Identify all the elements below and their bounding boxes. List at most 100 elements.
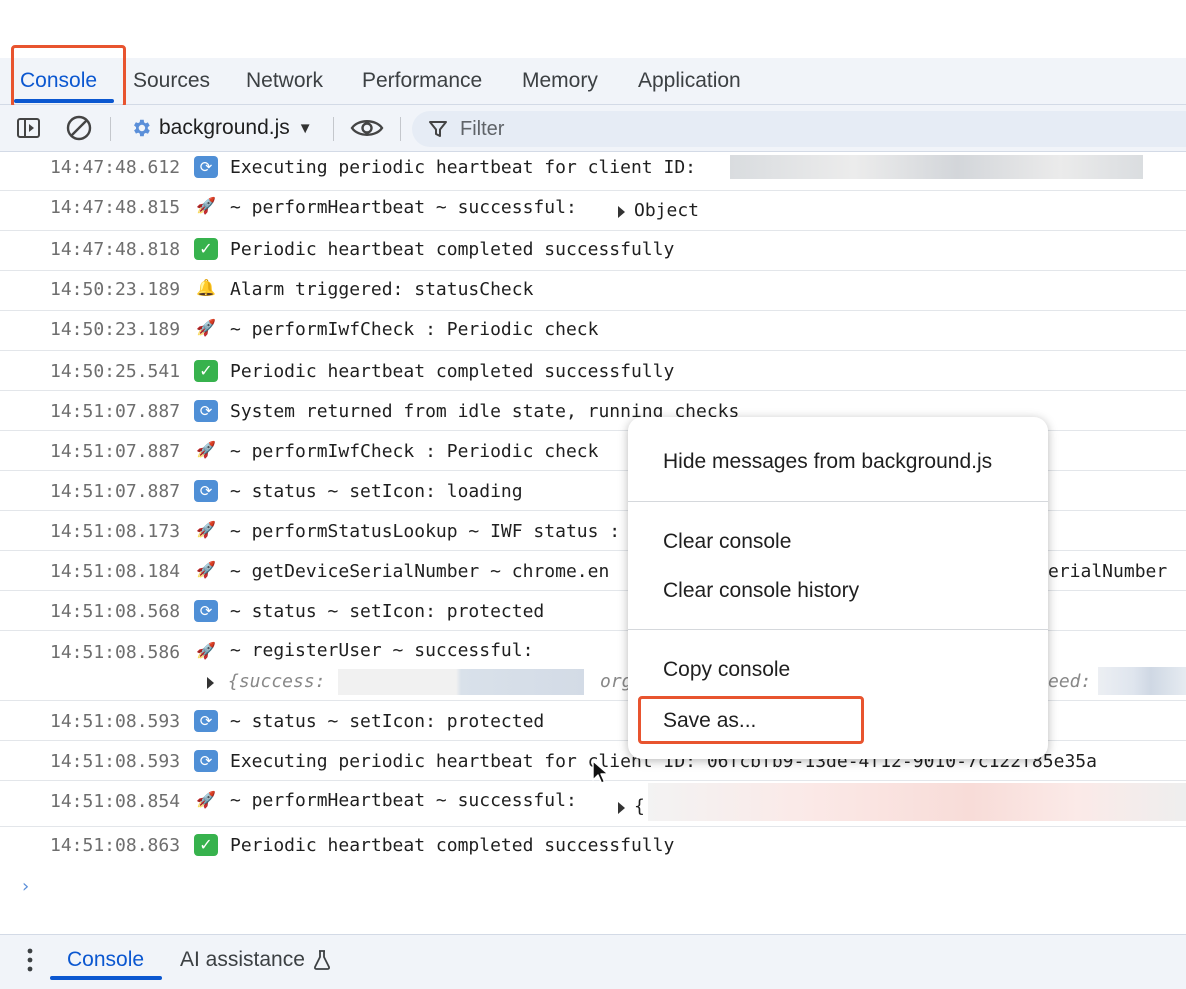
log-message: ~ status ~ setIcon: protected	[230, 711, 545, 732]
toolbar-separator	[333, 117, 334, 141]
sync-icon: ⟳	[194, 400, 218, 422]
redacted-value	[338, 669, 584, 695]
menu-item-clear-console-history[interactable]: Clear console history	[663, 579, 859, 603]
log-timestamp: 14:47:48.815	[50, 197, 181, 218]
log-timestamp: 14:51:08.593	[50, 751, 181, 772]
log-timestamp: 14:51:08.568	[50, 601, 181, 622]
log-timestamp: 14:50:23.189	[50, 279, 181, 300]
gear-icon	[130, 117, 152, 139]
filter-box[interactable]	[412, 111, 1186, 147]
bell-icon: 🔔	[196, 278, 216, 297]
drawer-tab-bar: Console AI assistance	[0, 934, 1186, 989]
rocket-icon: 🚀	[196, 560, 216, 579]
log-timestamp: 14:51:07.887	[50, 401, 181, 422]
filter-funnel-icon	[428, 119, 448, 139]
object-preview[interactable]: {success:	[228, 671, 326, 692]
log-message: Periodic heartbeat completed successfull…	[230, 835, 675, 856]
log-message: ~ performIwfCheck : Periodic check	[230, 441, 599, 462]
object-preview[interactable]: Object	[634, 200, 699, 221]
check-icon: ✓	[194, 238, 218, 260]
log-message-tail: erialNumber	[1048, 561, 1168, 582]
log-timestamp: 14:51:07.887	[50, 441, 181, 462]
live-expression-eye-icon[interactable]	[348, 105, 386, 151]
drawer-tab-ai-assistance[interactable]: AI assistance	[180, 935, 331, 985]
window-top	[0, 0, 1186, 58]
context-label: background.js	[159, 116, 290, 139]
toolbar-separator	[400, 117, 401, 141]
menu-separator	[628, 629, 1048, 630]
redacted-value	[730, 155, 1143, 179]
highlight-box-console-tab	[11, 45, 126, 108]
highlight-box-save-as	[638, 696, 864, 744]
redacted-value	[1098, 667, 1186, 695]
check-icon: ✓	[194, 834, 218, 856]
log-message: Periodic heartbeat completed successfull…	[230, 361, 675, 382]
log-message: ~ performHeartbeat ~ successful:	[230, 197, 577, 218]
caret-down-icon: ▼	[297, 119, 313, 137]
log-timestamp: 14:51:08.863	[50, 835, 181, 856]
redacted-value	[648, 783, 1186, 821]
console-prompt[interactable]: ›	[20, 876, 31, 897]
rocket-icon: 🚀	[196, 196, 216, 215]
object-key: eed:	[1048, 671, 1092, 692]
log-row: 14:47:48.818 ✓ Periodic heartbeat comple…	[0, 231, 1186, 271]
log-row: 14:47:48.815 🚀 ~ performHeartbeat ~ succ…	[0, 191, 1186, 231]
expand-arrow-icon[interactable]	[618, 206, 625, 218]
log-timestamp: 14:50:25.541	[50, 361, 181, 382]
console-toolbar: background.js ▼	[0, 105, 1186, 152]
log-timestamp: 14:51:08.586	[50, 642, 181, 663]
check-icon: ✓	[194, 360, 218, 382]
menu-item-copy-console[interactable]: Copy console	[663, 658, 790, 682]
flask-icon	[313, 950, 331, 970]
devtools-tab-bar: Console Sources Network Performance Memo…	[0, 58, 1186, 105]
log-row: 14:50:23.189 🔔 Alarm triggered: statusCh…	[0, 271, 1186, 311]
sidebar-toggle-icon[interactable]	[14, 105, 44, 151]
log-message: ~ performHeartbeat ~ successful:	[230, 790, 577, 811]
clear-console-icon[interactable]	[62, 105, 96, 151]
log-message: ~ status ~ setIcon: loading	[230, 481, 523, 502]
log-row: 14:47:48.612 ⟳ Executing periodic heartb…	[0, 151, 1186, 191]
expand-arrow-icon[interactable]	[207, 677, 214, 689]
log-timestamp: 14:51:08.854	[50, 791, 181, 812]
log-timestamp: 14:47:48.818	[50, 239, 181, 260]
log-message: ~ getDeviceSerialNumber ~ chrome.en	[230, 561, 610, 582]
menu-item-hide-messages[interactable]: Hide messages from background.js	[663, 450, 992, 474]
log-message: ~ performStatusLookup ~ IWF status :	[230, 521, 621, 542]
sync-icon: ⟳	[194, 156, 218, 178]
object-preview[interactable]: {	[634, 796, 645, 817]
log-row: 14:50:23.189 🚀 ~ performIwfCheck : Perio…	[0, 311, 1186, 351]
expand-arrow-icon[interactable]	[618, 802, 625, 814]
sync-icon: ⟳	[194, 750, 218, 772]
more-vertical-icon[interactable]	[24, 947, 36, 978]
log-timestamp: 14:47:48.612	[50, 157, 181, 178]
rocket-icon: 🚀	[196, 520, 216, 539]
log-message: ~ registerUser ~ successful:	[230, 640, 534, 661]
filter-input[interactable]	[460, 117, 1060, 141]
log-message: Alarm triggered: statusCheck	[230, 279, 534, 300]
tab-network[interactable]: Network	[246, 58, 323, 104]
log-row: 14:51:08.863 ✓ Periodic heartbeat comple…	[0, 827, 1186, 869]
log-message: ~ performIwfCheck : Periodic check	[230, 319, 599, 340]
rocket-icon: 🚀	[196, 790, 216, 809]
mouse-pointer-icon	[592, 760, 610, 791]
log-row: 14:50:25.541 ✓ Periodic heartbeat comple…	[0, 351, 1186, 391]
rocket-icon: 🚀	[196, 641, 216, 660]
tab-application[interactable]: Application	[638, 58, 741, 104]
menu-separator	[628, 501, 1048, 502]
log-timestamp: 14:51:08.184	[50, 561, 181, 582]
log-timestamp: 14:51:08.173	[50, 521, 181, 542]
log-timestamp: 14:50:23.189	[50, 319, 181, 340]
tab-memory[interactable]: Memory	[522, 58, 598, 104]
menu-item-clear-console[interactable]: Clear console	[663, 530, 791, 554]
rocket-icon: 🚀	[196, 318, 216, 337]
sync-icon: ⟳	[194, 710, 218, 732]
tab-performance[interactable]: Performance	[362, 58, 482, 104]
drawer-tab-ai-label: AI assistance	[180, 948, 305, 971]
sync-icon: ⟳	[194, 480, 218, 502]
sync-icon: ⟳	[194, 600, 218, 622]
context-selector[interactable]: background.js ▼	[130, 105, 313, 151]
tab-sources[interactable]: Sources	[133, 58, 210, 104]
log-timestamp: 14:51:07.887	[50, 481, 181, 502]
log-message: Executing periodic heartbeat for client …	[230, 157, 696, 178]
toolbar-separator	[110, 117, 111, 141]
